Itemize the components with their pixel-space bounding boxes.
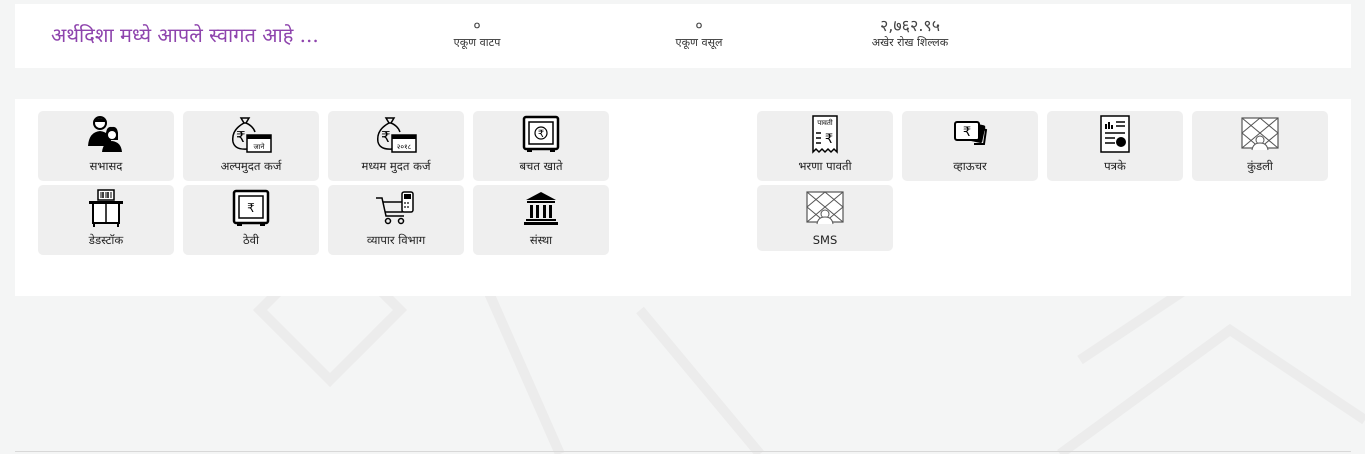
tile-label: व्हाऊचर — [953, 159, 987, 173]
tile-label: कुंडली — [1247, 159, 1273, 173]
svg-text:₹: ₹ — [963, 125, 971, 140]
kundali-icon — [1241, 117, 1279, 151]
tile-payment-receipt[interactable]: पावती ₹ भरणा पावती — [757, 111, 893, 181]
svg-text:पावती: पावती — [817, 118, 833, 127]
svg-text:₹: ₹ — [381, 128, 391, 146]
stat-value: २,७६२.९५ — [879, 16, 941, 35]
tile-reports[interactable]: पत्रके — [1047, 111, 1183, 181]
report-icon — [1100, 115, 1130, 153]
members-icon — [88, 116, 122, 152]
tile-members[interactable]: सभासद — [38, 111, 174, 181]
svg-text:₹: ₹ — [236, 128, 246, 146]
tile-label: भरणा पावती — [798, 159, 852, 173]
stat-value: ० — [695, 18, 703, 34]
dashboard-header: अर्थदिशा मध्ये आपले स्वागत आहे ... ० एकू… — [15, 4, 1351, 68]
tile-label: अल्पमुदत कर्ज — [220, 159, 282, 173]
tile-trade-section[interactable]: व्यापार विभाग — [328, 185, 464, 255]
sms-icon — [806, 191, 844, 225]
tile-label: व्यापार विभाग — [366, 233, 426, 247]
svg-text:₹: ₹ — [825, 132, 833, 147]
tile-label: सभासद — [89, 159, 123, 173]
stat-label: अखेर रोख शिल्लक — [871, 36, 949, 49]
svg-text:२०१८: २०१८ — [397, 143, 412, 151]
safe-icon: ₹ — [522, 115, 560, 152]
svg-text:जाने: जाने — [254, 142, 265, 151]
stat-label: एकूण वसूल — [675, 36, 723, 49]
tile-kundali[interactable]: कुंडली — [1192, 111, 1328, 181]
stat-total-disbursed: ० एकूण वाटप — [433, 17, 521, 51]
tile-short-term-loan[interactable]: ₹ जाने अल्पमुदत कर्ज — [183, 111, 319, 181]
deposit-icon: ₹ — [232, 189, 270, 226]
stat-value: ० — [473, 18, 481, 34]
tile-label: बचत खाते — [519, 159, 563, 173]
welcome-title: अर्थदिशा मध्ये आपले स्वागत आहे ... — [51, 23, 319, 47]
stat-label: एकूण वाटप — [453, 36, 501, 49]
voucher-icon: ₹ — [954, 121, 988, 145]
money-bag-icon: ₹ जाने — [231, 117, 272, 153]
stat-closing-cash-balance: २,७६२.९५ अखेर रोख शिल्लक — [855, 17, 965, 51]
tile-voucher[interactable]: ₹ व्हाऊचर — [902, 111, 1038, 181]
tile-label: ठेवी — [242, 233, 260, 247]
tile-sms[interactable]: SMS — [757, 185, 893, 251]
receipt-icon: पावती ₹ — [812, 115, 838, 154]
institution-icon — [524, 192, 558, 225]
tile-deposits[interactable]: ₹ ठेवी — [183, 185, 319, 255]
svg-text:₹: ₹ — [247, 201, 255, 215]
tile-label: मध्यम मुदत कर्ज — [361, 159, 431, 173]
tile-label: डेडस्टॉक — [88, 233, 124, 247]
tile-medium-term-loan[interactable]: ₹ २०१८ मध्यम मुदत कर्ज — [328, 111, 464, 181]
tile-label: संस्था — [529, 233, 553, 247]
tile-savings-account[interactable]: ₹ बचत खाते — [473, 111, 609, 181]
svg-text:₹: ₹ — [538, 129, 544, 140]
deadstock-icon — [89, 189, 123, 227]
stat-total-recovered: ० एकूण वसूल — [655, 17, 743, 51]
module-panel: सभासद ₹ जाने अल्पमुदत कर्ज ₹ २०१८ मध्यम … — [15, 99, 1351, 296]
footer-divider — [15, 451, 1351, 452]
money-bag-calendar-icon: ₹ २०१८ — [376, 117, 417, 153]
tile-label: पत्रके — [1104, 159, 1126, 173]
tile-deadstock[interactable]: डेडस्टॉक — [38, 185, 174, 255]
trade-cart-icon — [376, 191, 414, 225]
tile-label: SMS — [812, 233, 838, 247]
tile-institution[interactable]: संस्था — [473, 185, 609, 255]
